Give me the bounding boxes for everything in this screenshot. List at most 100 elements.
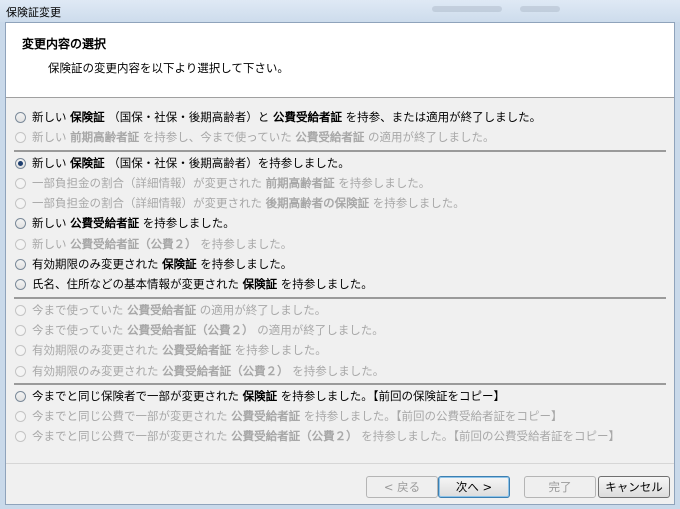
page-description: 保険証の変更内容を以下より選択して下さい。 xyxy=(48,61,289,75)
blurred-titlebar-area xyxy=(432,6,502,12)
wizard-header: 変更内容の選択 保険証の変更内容を以下より選択して下さい。 xyxy=(6,23,674,98)
back-button[interactable]: < 戻る xyxy=(366,476,438,498)
label-text: （国保・社保・後期高齢者）を持参しました。 xyxy=(104,155,350,170)
radio-button[interactable] xyxy=(15,112,26,123)
label-emphasis: 公費受給者証 xyxy=(70,216,140,231)
cancel-button[interactable]: キャンセル xyxy=(598,476,670,498)
option-row[interactable]: 新しい 保険証 （国保・社保・後期高齢者）を持参しました。 xyxy=(6,153,674,173)
label-emphasis: 公費受給者証（公費２） xyxy=(231,429,358,444)
label-text: を持参、または適用が終了しました。 xyxy=(341,110,542,124)
label-text: を持参しました。 xyxy=(196,257,293,272)
option-row[interactable]: 今までと同じ保険者で一部が変更された 保険証 を持参しました。【前回の保険証をコ… xyxy=(6,386,674,406)
radio-button xyxy=(15,345,26,357)
radio-button xyxy=(15,324,26,336)
label-emphasis: 保険証 xyxy=(70,110,105,124)
option-row: 今までと同じ公費で一部が変更された 公費受給者証（公費２） を持参しました。【前… xyxy=(6,426,674,446)
label-text: を持参しました。 xyxy=(139,216,235,231)
option-row: 新しい 前期高齢者証 を持参し、今まで使っていた 公費受給者証 の適用が終了しま… xyxy=(6,127,674,147)
option-row: 今までと同じ公費で一部が変更された 公費受給者証 を持参しました。【前回の公費受… xyxy=(6,406,674,426)
label-text: 今までと同じ保険者で一部が変更された xyxy=(32,388,243,403)
option-row: 有効期限のみ変更された 公費受給者証（公費２） を持参しました。 xyxy=(6,361,674,381)
label-emphasis: 公費受給者証 xyxy=(127,302,197,317)
label-emphasis: 公費受給者証 xyxy=(272,110,342,124)
label-text: を持参しました。【前回の公費受給者証をコピー】 xyxy=(300,409,563,424)
label-text: 有効期限のみ変更された xyxy=(32,363,163,378)
option-label: 新しい 保険証 （国保・社保・後期高齢者）と 公費受給者証 を持参、または適用が… xyxy=(32,107,541,127)
label-text: を持参しました。【前回の公費受給者証をコピー】 xyxy=(357,429,621,444)
radio-button[interactable] xyxy=(15,218,26,230)
option-row[interactable]: 新しい 公費受給者証 を持参しました。 xyxy=(6,213,674,233)
blurred-titlebar-area xyxy=(520,6,560,12)
label-emphasis: 公費受給者証 xyxy=(162,343,232,358)
next-button[interactable]: 次へ > xyxy=(438,476,510,498)
radio-button[interactable] xyxy=(15,390,26,402)
radio-button xyxy=(15,304,26,316)
label-text: の適用が終了しました。 xyxy=(196,302,327,317)
label-emphasis: 前期高齢者証 xyxy=(265,175,335,190)
label-text: 新しい xyxy=(32,110,71,124)
option-label: 今まで使っていた 公費受給者証（公費２） の適用が終了しました。 xyxy=(32,320,384,340)
label-text: 有効期限のみ変更された xyxy=(32,257,163,272)
label-text: 今まで使っていた xyxy=(32,302,128,317)
label-text: 一部負担金の割合（詳細情報）が変更された xyxy=(32,196,266,211)
label-emphasis: 保険証 xyxy=(242,277,278,292)
change-options-list: 新しい 保険証 （国保・社保・後期高齢者）と 公費受給者証 を持参、または適用が… xyxy=(6,107,674,447)
radio-button xyxy=(15,238,26,250)
label-text: 有効期限のみ変更された xyxy=(32,343,163,358)
label-emphasis: 後期高齢者の保険証 xyxy=(265,196,370,211)
option-label: 今までと同じ公費で一部が変更された 公費受給者証 を持参しました。【前回の公費受… xyxy=(32,406,563,426)
option-row: 一部負担金の割合（詳細情報）が変更された 前期高齢者証 を持参しました。 xyxy=(6,173,674,193)
option-row: 新しい 公費受給者証（公費２） を持参しました。 xyxy=(6,234,674,254)
label-text: を持参しました。 xyxy=(196,236,293,251)
label-text: を持参しました。 xyxy=(277,277,373,292)
label-text: を持参しました。 xyxy=(288,363,385,378)
group-divider xyxy=(14,149,666,152)
label-emphasis: 前期高齢者証 xyxy=(70,130,140,145)
label-text: 一部負担金の割合（詳細情報）が変更された xyxy=(32,175,266,190)
option-label: 今までと同じ保険者で一部が変更された 保険証 を持参しました。【前回の保険証をコ… xyxy=(32,386,505,406)
page-title: 変更内容の選択 xyxy=(22,37,107,51)
radio-button[interactable] xyxy=(15,259,26,271)
label-text: を持参し、今まで使っていた xyxy=(139,130,296,145)
finish-button[interactable]: 完了 xyxy=(524,476,596,498)
label-emphasis: 保険証 xyxy=(242,388,278,403)
label-emphasis: 保険証 xyxy=(70,155,105,170)
label-text: 今まで使っていた xyxy=(32,322,128,337)
radio-button xyxy=(15,177,26,189)
option-label: 新しい 保険証 （国保・社保・後期高齢者）を持参しました。 xyxy=(32,153,350,173)
label-emphasis: 公費受給者証 xyxy=(295,130,365,145)
label-text: 新しい xyxy=(32,130,71,145)
option-row[interactable]: 氏名、住所などの基本情報が変更された 保険証 を持参しました。 xyxy=(6,274,674,294)
label-text: を持参しました。 xyxy=(231,343,327,358)
option-label: 新しい 前期高齢者証 を持参し、今まで使っていた 公費受給者証 の適用が終了しま… xyxy=(32,127,495,147)
label-emphasis: 公費受給者証（公費２） xyxy=(70,236,197,251)
option-row: 有効期限のみ変更された 公費受給者証 を持参しました。 xyxy=(6,340,674,360)
option-row: 今まで使っていた 公費受給者証 の適用が終了しました。 xyxy=(6,300,674,320)
option-row[interactable]: 有効期限のみ変更された 保険証 を持参しました。 xyxy=(6,254,674,274)
option-label: 一部負担金の割合（詳細情報）が変更された 後期高齢者の保険証 を持参しました。 xyxy=(32,193,465,213)
option-row: 一部負担金の割合（詳細情報）が変更された 後期高齢者の保険証 を持参しました。 xyxy=(6,193,674,213)
option-label: 有効期限のみ変更された 公費受給者証（公費２） を持参しました。 xyxy=(32,361,384,381)
radio-button xyxy=(15,411,26,423)
group-divider xyxy=(14,382,666,385)
label-text: （国保・社保・後期高齢者）と xyxy=(104,110,273,124)
label-text: 新しい xyxy=(32,236,71,251)
button-bar: < 戻る 次へ > 完了 キャンセル xyxy=(6,463,674,504)
label-text: 新しい xyxy=(32,155,71,170)
radio-button xyxy=(15,198,26,210)
label-emphasis: 保険証 xyxy=(162,257,197,272)
window-title: 保険証変更 xyxy=(6,6,61,19)
label-text: 今までと同じ公費で一部が変更された xyxy=(32,429,232,444)
radio-button xyxy=(15,365,26,377)
option-label: 新しい 公費受給者証 を持参しました。 xyxy=(32,213,235,233)
group-divider xyxy=(14,296,666,299)
option-label: 氏名、住所などの基本情報が変更された 保険証 を持参しました。 xyxy=(32,274,373,294)
label-emphasis: 公費受給者証 xyxy=(231,409,301,424)
option-row[interactable]: 新しい 保険証 （国保・社保・後期高齢者）と 公費受給者証 を持参、または適用が… xyxy=(6,107,674,127)
option-label: 新しい 公費受給者証（公費２） を持参しました。 xyxy=(32,234,292,254)
radio-button[interactable] xyxy=(15,157,26,169)
option-label: 有効期限のみ変更された 保険証 を持参しました。 xyxy=(32,254,292,274)
radio-button xyxy=(15,132,26,144)
radio-button[interactable] xyxy=(15,279,26,291)
radio-button xyxy=(15,431,26,443)
